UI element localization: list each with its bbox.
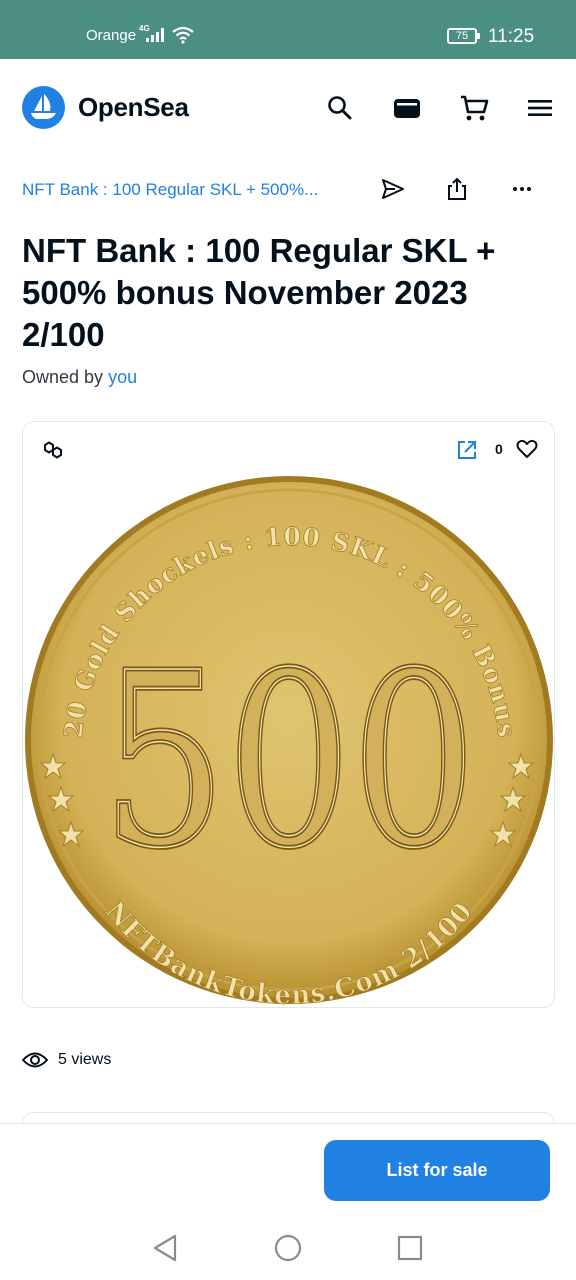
share-icon[interactable] — [444, 176, 470, 202]
recents-icon[interactable] — [396, 1233, 424, 1263]
status-bar: Orange 4G 75 11:25 — [0, 0, 576, 59]
cart-icon[interactable] — [459, 93, 489, 123]
home-icon[interactable] — [273, 1233, 303, 1263]
menu-icon[interactable] — [525, 93, 555, 123]
item-media-card: 0 20 Gold Shockels : 100 SKL : 500% Bonu… — [22, 421, 555, 1008]
search-icon[interactable] — [325, 93, 355, 123]
battery-icon: 75 — [447, 28, 480, 44]
external-link-icon[interactable] — [456, 439, 478, 461]
signal-icon — [146, 27, 164, 42]
list-for-sale-button[interactable]: List for sale — [324, 1140, 550, 1201]
owner-link[interactable]: you — [108, 367, 137, 387]
carrier-label: Orange — [86, 27, 137, 44]
polygon-chain-icon — [44, 441, 62, 459]
top-navigation: OpenSea — [0, 59, 576, 157]
opensea-logo-icon[interactable] — [22, 86, 65, 129]
back-icon[interactable] — [151, 1233, 179, 1263]
brand-name[interactable]: OpenSea — [78, 92, 189, 123]
wifi-icon — [172, 26, 194, 44]
collection-link[interactable]: NFT Bank : 100 Regular SKL + 500%... — [22, 180, 354, 200]
favorite-count: 0 — [495, 441, 503, 457]
views-row: 5 views — [22, 1046, 111, 1074]
bottom-action-bar: List for sale — [0, 1123, 576, 1218]
more-icon[interactable] — [509, 176, 535, 202]
owner-line: Owned by you — [22, 367, 137, 388]
system-navigation-bar — [0, 1218, 576, 1280]
collection-row: NFT Bank : 100 Regular SKL + 500%... — [0, 170, 576, 210]
eye-icon — [22, 1052, 48, 1068]
coin-value-number-highlight: 500 — [102, 621, 477, 901]
clock: 11:25 — [488, 26, 535, 47]
wallet-icon[interactable] — [392, 93, 422, 123]
views-count: 5 views — [58, 1051, 112, 1068]
nft-coin-image: 20 Gold Shockels : 100 SKL : 500% Bonus … — [25, 476, 553, 1006]
heart-icon[interactable] — [516, 438, 538, 460]
send-icon[interactable] — [380, 176, 406, 202]
owned-by-label: Owned by — [22, 367, 104, 387]
item-title: NFT Bank : 100 Regular SKL + 500% bonus … — [22, 232, 496, 353]
